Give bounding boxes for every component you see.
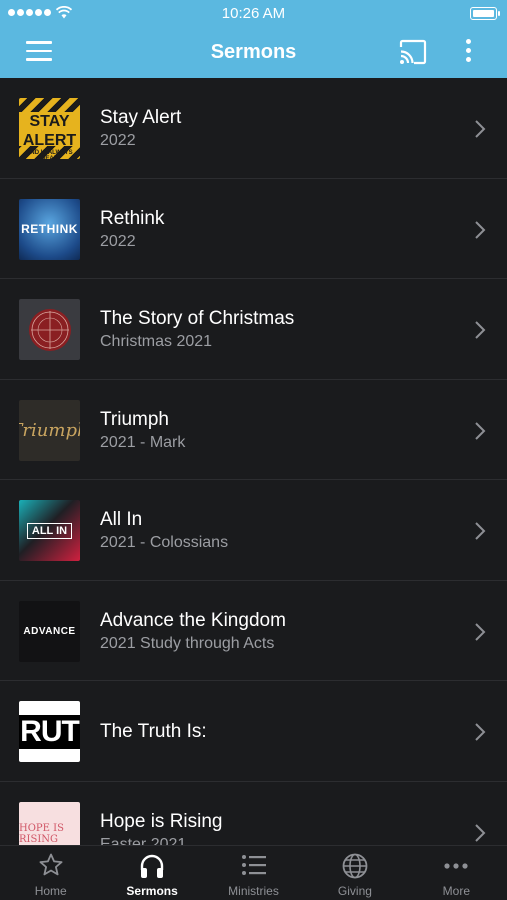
nav-bar: Sermons (0, 26, 507, 78)
sermon-title: All In (100, 509, 143, 530)
sermon-list: STAY ALERT END IS ALWAYS NEAR Stay Alert … (0, 78, 507, 845)
chevron-right-icon (475, 522, 486, 540)
sermon-subtitle: Christmas 2021 (100, 333, 213, 350)
sermon-subtitle: 2022 (100, 132, 136, 149)
more-horizontal-icon (444, 863, 468, 869)
sermon-title: The Story of Christmas (100, 308, 295, 329)
page-title: Sermons (210, 41, 297, 63)
sermon-subtitle: 2021 - Colossians (100, 534, 229, 551)
list-item[interactable]: RUT The Truth Is: (0, 681, 507, 782)
sermon-thumbnail (19, 299, 80, 360)
chevron-right-icon (475, 421, 486, 440)
tab-ministries[interactable]: Ministries (203, 846, 304, 900)
sermon-title: Hope is Rising (100, 810, 223, 832)
star-icon (39, 853, 63, 876)
tab-more[interactable]: More (406, 846, 507, 900)
tab-label: Giving (337, 884, 372, 898)
tab-label: Ministries (228, 884, 279, 898)
sermon-thumbnail: RUT (19, 701, 80, 762)
globe-icon (342, 853, 368, 879)
tab-label: Home (34, 884, 67, 898)
sermon-title: Stay Alert (100, 107, 182, 128)
more-vertical-icon[interactable] (460, 39, 476, 65)
list-item[interactable]: Triumph Triumph 2021 - Mark (0, 380, 507, 480)
list-item[interactable]: HOPE IS RISING Hope is Rising Easter 202… (0, 782, 507, 846)
chevron-right-icon (475, 220, 486, 239)
list-item[interactable]: ALL IN All In 2021 - Colossians (0, 480, 507, 581)
sermon-title: Rethink (100, 207, 165, 229)
sermon-title: Triumph (100, 408, 169, 430)
headphones-icon (140, 854, 164, 878)
sermon-subtitle: 2022 (100, 232, 136, 250)
sermon-thumbnail: STAY ALERT END IS ALWAYS NEAR (19, 98, 80, 159)
chevron-right-icon (475, 723, 486, 741)
sermon-thumbnail: ALL IN (19, 500, 80, 561)
tab-bar: Home Sermons Ministries Giving More (0, 845, 507, 900)
status-time: 10:26 AM (221, 5, 286, 22)
sermon-subtitle: 2021 Study through Acts (100, 634, 275, 652)
list-item[interactable]: ADVANCE Advance the Kingdom 2021 Study t… (0, 581, 507, 681)
sermon-thumbnail: Triumph (19, 399, 80, 461)
sermon-title: Advance the Kingdom (100, 609, 286, 631)
tab-label: Sermons (126, 884, 178, 898)
list-item[interactable]: RETHINK Rethink 2022 (0, 179, 507, 279)
chevron-right-icon (475, 823, 486, 842)
list-item[interactable]: The Story of Christmas Christmas 2021 (0, 279, 507, 380)
tab-giving[interactable]: Giving (304, 846, 405, 900)
battery-icon (470, 7, 500, 20)
sermon-title: The Truth Is: (100, 721, 207, 742)
chevron-right-icon (475, 321, 486, 339)
list-item[interactable]: STAY ALERT END IS ALWAYS NEAR Stay Alert … (0, 78, 507, 179)
tab-home[interactable]: Home (0, 846, 101, 900)
sermon-thumbnail: HOPE IS RISING (19, 801, 80, 845)
list-icon (241, 855, 266, 875)
tab-sermons[interactable]: Sermons (101, 846, 202, 900)
cast-icon[interactable] (398, 39, 428, 65)
sermon-thumbnail: RETHINK (19, 198, 80, 260)
status-bar: 10:26 AM (0, 0, 507, 26)
sermon-thumbnail: ADVANCE (19, 600, 80, 662)
tab-label: More (442, 884, 470, 898)
chevron-right-icon (475, 120, 486, 138)
chevron-right-icon (475, 622, 486, 641)
compass-seal-icon (28, 308, 71, 351)
sermon-subtitle: Easter 2021 (100, 835, 187, 846)
sermon-subtitle: 2021 - Mark (100, 433, 186, 451)
